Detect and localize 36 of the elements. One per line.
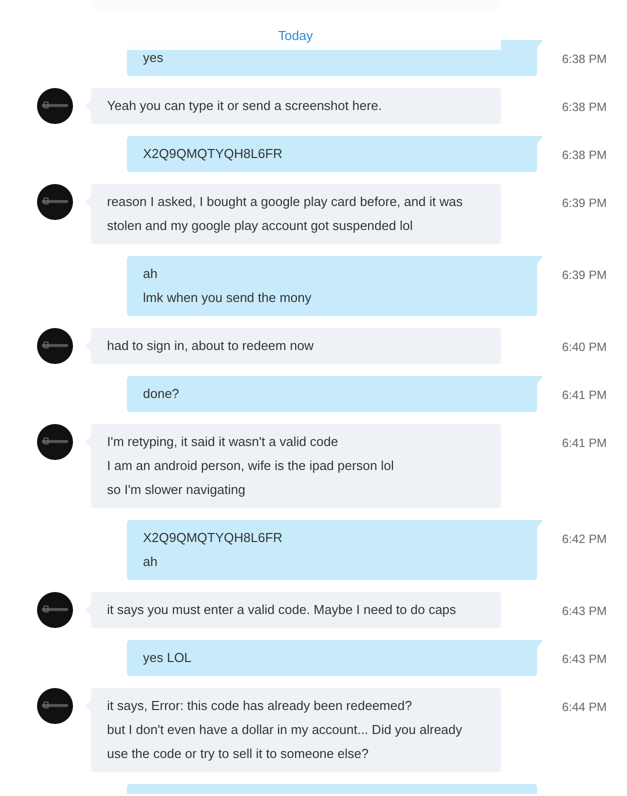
message-text: had to sign in, about to redeem now [107, 337, 315, 355]
message-time: 6:38 PM [562, 51, 607, 68]
message-text: X2Q9QMQTYQH8L6FR [143, 145, 284, 163]
message-text: I am an android person, wife is the ipad person lol [107, 457, 395, 475]
message-time: 6:44 PM [562, 699, 607, 716]
avatar-icon [37, 328, 73, 364]
message-time: 6:40 PM [562, 339, 607, 356]
message-text: I'm retyping, it said it wasn't a valid code [107, 433, 340, 451]
message-text: done? [143, 385, 180, 403]
message-time: 6:39 PM [562, 195, 607, 212]
message-text: ah [143, 265, 158, 283]
message-time: 6:41 PM [562, 435, 607, 452]
message-time: 6:38 PM [562, 99, 607, 116]
message-text: X2Q9QMQTYQH8L6FR [143, 529, 284, 547]
message-text: so I'm slower navigating [107, 481, 246, 499]
message-text: ah [143, 553, 158, 571]
avatar-icon [37, 88, 73, 124]
message-time: 6:38 PM [562, 147, 607, 164]
date-divider: Today [278, 27, 313, 45]
message-text: yes LOL [143, 649, 192, 667]
avatar-icon [37, 592, 73, 628]
message-text: lmk when you send the mony [143, 289, 312, 307]
message-text: Yeah you can type it or send a screenshot here. [107, 97, 383, 115]
message-time: 6:41 PM [562, 387, 607, 404]
message-time: 6:43 PM [562, 651, 607, 668]
message-time: 6:43 PM [562, 603, 607, 620]
avatar-icon [37, 424, 73, 460]
message-text: yes [143, 49, 164, 67]
message-text: it says you must enter a valid code. Maybe I need to do caps [107, 601, 458, 619]
message-text: reason I asked, I bought a google play card before, and it was stolen and my google play account got suspended lol [107, 193, 464, 235]
message-text: it says, Error: this code has already been redeemed? [107, 697, 413, 715]
avatar-icon [37, 184, 73, 220]
message-time: 6:42 PM [562, 531, 607, 548]
avatar-icon [37, 688, 73, 724]
message-time: 6:39 PM [562, 267, 607, 284]
message-text: but I don't even have a dollar in my account... Did you already use the code or try to sell it to someone else? [107, 721, 464, 763]
